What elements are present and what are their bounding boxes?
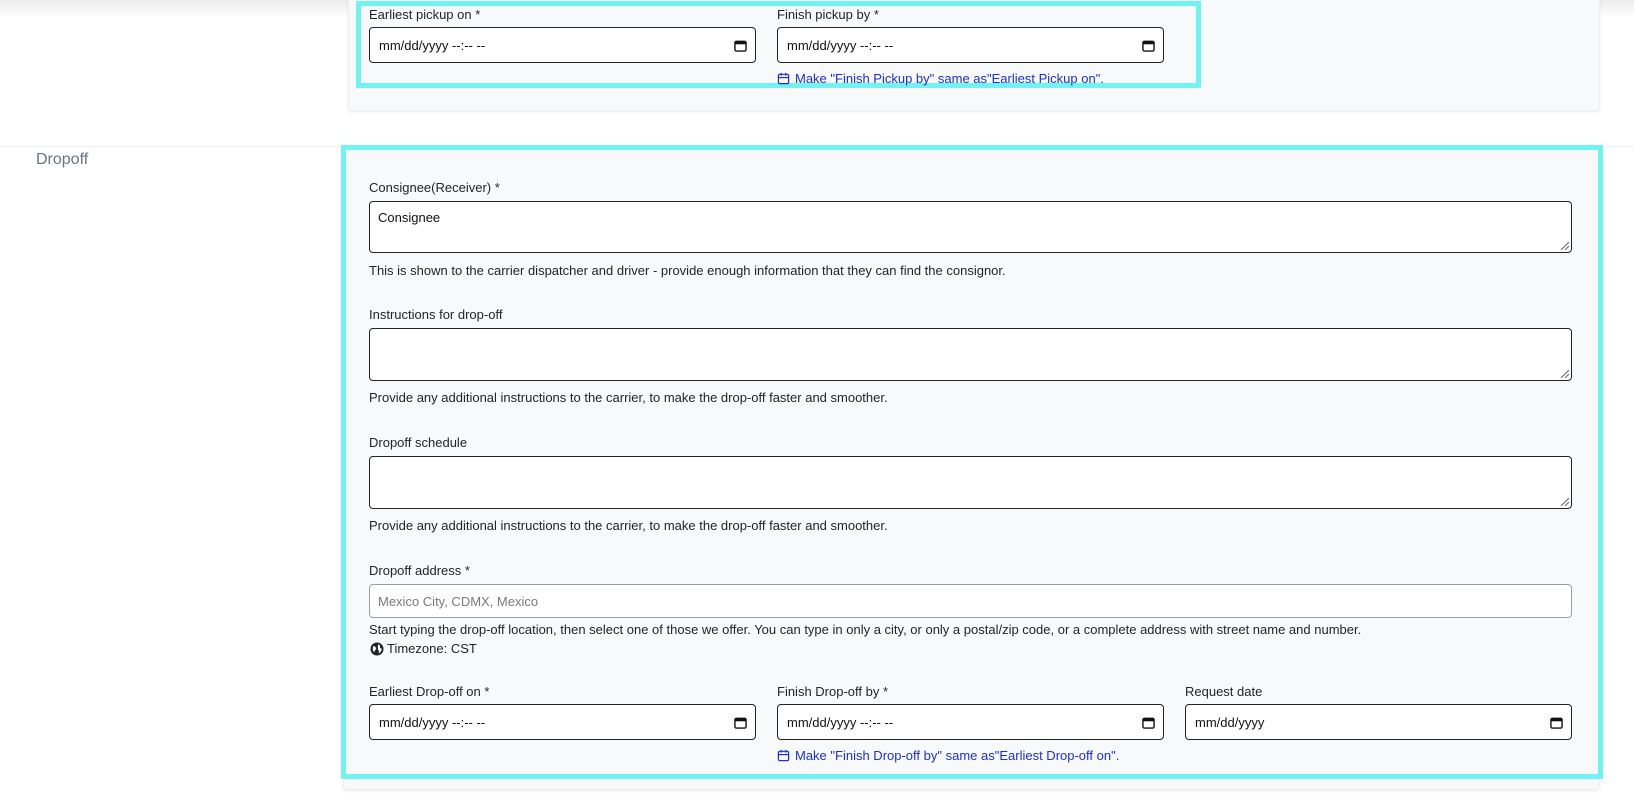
- same-as-earliest-dropoff-link[interactable]: Make "Finish Drop-off by" same as"Earlie…: [777, 748, 1119, 763]
- address-label: Dropoff address *: [369, 563, 470, 578]
- same-as-earliest-pickup-text: Make "Finish Pickup by" same as"Earliest…: [795, 71, 1104, 86]
- earliest-pickup-input[interactable]: mm/dd/yyyy --:-- --: [369, 27, 756, 63]
- calendar-icon[interactable]: [734, 716, 747, 729]
- earliest-dropoff-label: Earliest Drop-off on *: [369, 684, 490, 699]
- calendar-icon: [777, 72, 790, 85]
- instructions-label: Instructions for drop-off: [369, 307, 503, 322]
- instructions-textarea[interactable]: [369, 328, 1572, 381]
- schedule-help: Provide any additional instructions to t…: [369, 518, 888, 533]
- timezone-info: Timezone: CST: [370, 641, 477, 656]
- dropoff-section-title: Dropoff: [36, 151, 89, 168]
- same-as-earliest-pickup-link[interactable]: Make "Finish Pickup by" same as"Earliest…: [777, 71, 1104, 86]
- finish-dropoff-label: Finish Drop-off by *: [777, 684, 889, 699]
- address-input[interactable]: Mexico City, CDMX, Mexico: [369, 584, 1572, 618]
- earliest-pickup-value: mm/dd/yyyy --:-- --: [379, 37, 486, 53]
- earliest-dropoff-value: mm/dd/yyyy --:-- --: [379, 714, 486, 730]
- calendar-icon[interactable]: [1142, 39, 1155, 52]
- resize-grip-icon[interactable]: [1561, 242, 1569, 250]
- globe-icon: [370, 642, 384, 655]
- finish-dropoff-value: mm/dd/yyyy --:-- --: [787, 714, 894, 730]
- schedule-textarea[interactable]: [369, 456, 1572, 509]
- calendar-icon: [777, 749, 790, 762]
- address-help: Start typing the drop-off location, then…: [369, 622, 1362, 637]
- resize-grip-icon[interactable]: [1561, 498, 1569, 506]
- earliest-dropoff-input[interactable]: mm/dd/yyyy --:-- --: [369, 704, 756, 740]
- address-placeholder: Mexico City, CDMX, Mexico: [378, 593, 539, 609]
- timezone-text: Timezone: CST: [387, 641, 477, 656]
- finish-pickup-label: Finish pickup by *: [777, 7, 879, 22]
- request-date-input[interactable]: mm/dd/yyyy: [1185, 704, 1572, 740]
- consignee-textarea[interactable]: Consignee: [369, 201, 1572, 253]
- request-date-value: mm/dd/yyyy: [1195, 714, 1265, 730]
- finish-pickup-value: mm/dd/yyyy --:-- --: [787, 37, 894, 53]
- calendar-icon[interactable]: [734, 39, 747, 52]
- consignee-label: Consignee(Receiver) *: [369, 180, 500, 195]
- resize-grip-icon[interactable]: [1561, 370, 1569, 378]
- consignee-help: This is shown to the carrier dispatcher …: [369, 263, 1006, 278]
- consignee-value: Consignee: [378, 210, 441, 225]
- calendar-icon[interactable]: [1550, 716, 1563, 729]
- calendar-icon[interactable]: [1142, 716, 1155, 729]
- earliest-pickup-label: Earliest pickup on *: [369, 7, 481, 22]
- schedule-label: Dropoff schedule: [369, 435, 468, 450]
- same-as-earliest-dropoff-text: Make "Finish Drop-off by" same as"Earlie…: [795, 748, 1120, 763]
- request-date-label: Request date: [1185, 684, 1263, 699]
- finish-dropoff-input[interactable]: mm/dd/yyyy --:-- --: [777, 704, 1164, 740]
- finish-pickup-input[interactable]: mm/dd/yyyy --:-- --: [777, 27, 1164, 63]
- instructions-help: Provide any additional instructions to t…: [369, 390, 888, 405]
